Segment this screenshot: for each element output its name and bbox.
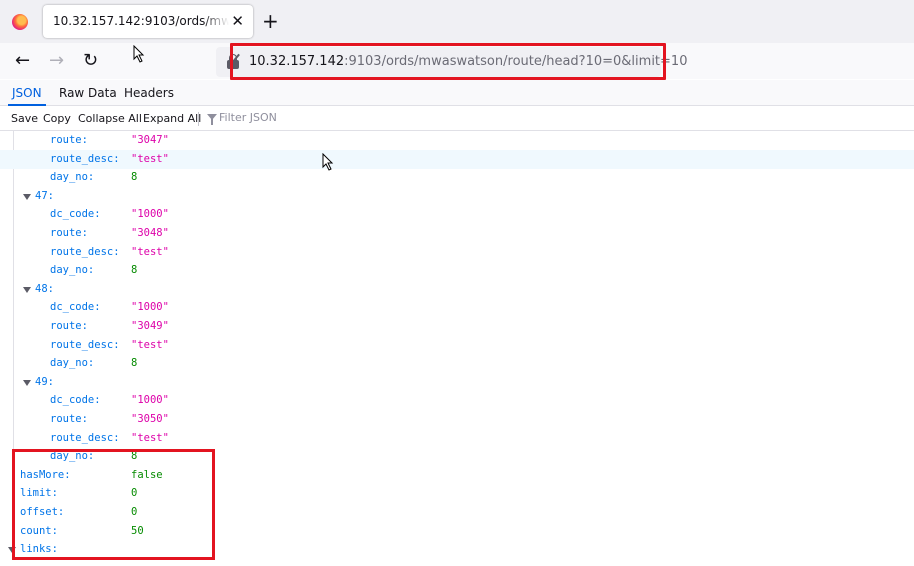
json-key: route_desc: bbox=[50, 431, 120, 444]
json-value: "1000" bbox=[131, 301, 169, 314]
json-value: 8 bbox=[131, 171, 138, 184]
json-key: route: bbox=[50, 413, 88, 425]
json-value: 8 bbox=[131, 264, 138, 277]
json-key: day_no: bbox=[50, 357, 95, 370]
tab-headers[interactable]: Headers bbox=[124, 80, 174, 106]
json-property-row[interactable]: day_no: 8 bbox=[0, 261, 914, 280]
json-value: "3050" bbox=[131, 413, 169, 425]
metadata-highlight-box bbox=[12, 449, 215, 560]
json-property-row[interactable]: route: "3047" bbox=[0, 131, 914, 150]
browser-tab[interactable]: 10.32.157.142:9103/ords/mwaswatson/route… bbox=[43, 5, 253, 38]
json-key: dc_code: bbox=[50, 394, 101, 407]
json-key: route_desc: bbox=[50, 152, 120, 165]
json-viewer-tabs: JSON Raw Data Headers bbox=[0, 80, 914, 106]
json-property-row[interactable]: route_desc: "test" bbox=[0, 336, 914, 355]
url-highlight-box bbox=[230, 43, 666, 80]
expand-toggle-icon[interactable] bbox=[23, 379, 31, 386]
tab-raw-data[interactable]: Raw Data bbox=[59, 80, 117, 106]
close-icon[interactable]: ✕ bbox=[231, 12, 244, 30]
json-property-row[interactable]: route: "3049" bbox=[0, 317, 914, 336]
filter-icon bbox=[207, 114, 217, 125]
json-value: "1000" bbox=[131, 394, 169, 407]
save-button[interactable]: Save bbox=[11, 112, 38, 125]
json-key: 47: bbox=[35, 189, 54, 202]
json-value: "test" bbox=[131, 338, 169, 351]
json-value: "3049" bbox=[131, 320, 169, 332]
expand-toggle-icon[interactable] bbox=[23, 286, 31, 293]
json-property-row[interactable]: day_no: 8 bbox=[0, 168, 914, 187]
expand-toggle-icon[interactable] bbox=[23, 193, 31, 200]
json-property-row[interactable]: route: "3048" bbox=[0, 224, 914, 243]
new-tab-button[interactable]: + bbox=[262, 10, 279, 32]
json-value: "1000" bbox=[131, 208, 169, 221]
json-key: dc_code: bbox=[50, 301, 101, 314]
forward-button[interactable]: → bbox=[49, 50, 64, 72]
tab-strip: 10.32.157.142:9103/ords/mwaswatson/route… bbox=[0, 0, 914, 43]
collapse-all-button[interactable]: Collapse All bbox=[78, 112, 142, 125]
json-property-row[interactable]: route_desc: "test" bbox=[0, 149, 914, 169]
toolbar-divider bbox=[198, 112, 199, 126]
json-value: "test" bbox=[131, 245, 169, 258]
json-property-row[interactable]: route_desc: "test" bbox=[0, 429, 914, 448]
json-object-row[interactable]: 49: bbox=[0, 373, 914, 392]
expand-all-button[interactable]: Expand All bbox=[143, 112, 201, 125]
json-value: "3048" bbox=[131, 227, 169, 239]
json-toolbar: Save Copy Collapse All Expand All bbox=[0, 107, 914, 131]
json-property-row[interactable]: route: "3050" bbox=[0, 410, 914, 429]
json-key: route_desc: bbox=[50, 245, 120, 258]
filter-json-input[interactable] bbox=[219, 111, 419, 124]
copy-button[interactable]: Copy bbox=[43, 112, 71, 125]
json-key: route: bbox=[50, 134, 88, 146]
json-key: 48: bbox=[35, 282, 54, 295]
json-key: route_desc: bbox=[50, 338, 120, 351]
back-button[interactable]: ← bbox=[15, 50, 30, 72]
json-value: 8 bbox=[131, 357, 138, 370]
json-key: day_no: bbox=[50, 264, 95, 277]
json-property-row[interactable]: dc_code: "1000" bbox=[0, 298, 914, 317]
reload-button[interactable]: ↻ bbox=[83, 50, 98, 72]
json-value: "test" bbox=[131, 431, 169, 444]
json-object-row[interactable]: 47: bbox=[0, 187, 914, 206]
json-property-row[interactable]: dc_code: "1000" bbox=[0, 391, 914, 410]
json-property-row[interactable]: day_no: 8 bbox=[0, 354, 914, 373]
json-property-row[interactable]: dc_code: "1000" bbox=[0, 205, 914, 224]
tab-title: 10.32.157.142:9103/ords/mwaswatson/route… bbox=[53, 14, 229, 28]
mouse-cursor-icon bbox=[133, 44, 145, 66]
tab-json[interactable]: JSON bbox=[8, 80, 46, 106]
mouse-cursor-icon bbox=[322, 152, 334, 174]
json-key: 49: bbox=[35, 375, 54, 388]
json-value: "3047" bbox=[131, 134, 169, 146]
json-object-row[interactable]: 48: bbox=[0, 280, 914, 299]
json-property-row[interactable]: route_desc: "test" bbox=[0, 243, 914, 262]
json-key: day_no: bbox=[50, 171, 95, 184]
json-key: route: bbox=[50, 320, 88, 332]
json-key: route: bbox=[50, 227, 88, 239]
firefox-logo-icon[interactable] bbox=[12, 14, 28, 30]
json-value: "test" bbox=[131, 152, 169, 165]
json-key: dc_code: bbox=[50, 208, 101, 221]
